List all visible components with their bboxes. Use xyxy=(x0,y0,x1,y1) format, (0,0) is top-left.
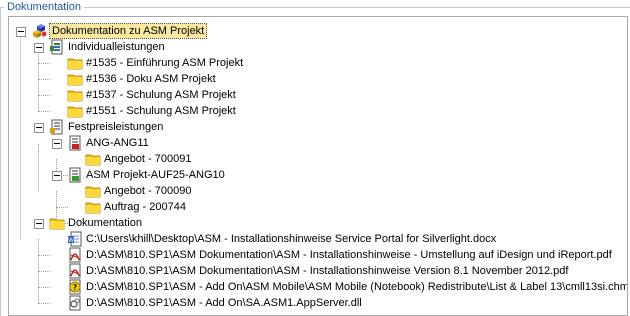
groupbox-border-top xyxy=(84,7,630,8)
tree-node-label: Angebot - 700090 xyxy=(104,185,192,197)
tree-node-label: Dokumentation xyxy=(68,217,142,229)
collapse-auf-toggle[interactable] xyxy=(52,171,62,181)
pdf-document-icon xyxy=(67,247,83,263)
document-table-icon xyxy=(49,39,65,55)
tree-node-auf[interactable]: ASM Projekt-AUF25-ANG10 xyxy=(67,167,226,183)
tree-node-doc-chm[interactable]: ? D:\ASM\810.SP1\ASM - Add On\ASM Mobile… xyxy=(67,279,628,295)
word-document-icon: W xyxy=(67,231,83,247)
folder-icon xyxy=(67,87,83,103)
folder-icon xyxy=(85,199,101,215)
tree-node-root[interactable]: Dokumentation zu ASM Projekt xyxy=(31,23,208,39)
tree-node-individual[interactable]: Individualleistungen xyxy=(49,39,166,55)
document-list-icon xyxy=(49,119,65,135)
tree-node-label: D:\ASM\810.SP1\ASM - Add On\ASM Mobile\A… xyxy=(86,281,628,293)
tree-node-ang[interactable]: ANG-ANG11 xyxy=(67,135,150,151)
tree-node-label: D:\ASM\810.SP1\ASM Dokumentation\ASM - I… xyxy=(86,265,569,277)
tree-node-label: Dokumentation zu ASM Projekt xyxy=(49,23,208,39)
tree-node-label: Auftrag - 200744 xyxy=(104,201,186,213)
project-cubes-icon xyxy=(31,23,47,39)
dll-document-icon xyxy=(67,295,83,311)
help-document-icon: ? xyxy=(67,279,83,295)
tree-node-label: D:\ASM\810.SP1\ASM Dokumentation\ASM - I… xyxy=(86,249,612,261)
tree-node-label: Angebot - 700091 xyxy=(104,153,192,165)
tree-node-doc-docx[interactable]: W C:\Users\khill\Desktop\ASM - Installat… xyxy=(67,231,497,247)
pdf-document-icon xyxy=(67,263,83,279)
tree-node-label: ASM Projekt-AUF25-ANG10 xyxy=(86,169,225,181)
folder-icon xyxy=(49,215,65,231)
groupbox-border-left xyxy=(0,7,1,316)
tree-node-angebot-700091[interactable]: Angebot - 700091 xyxy=(85,151,192,167)
tree-node-label: ANG-ANG11 xyxy=(86,137,149,149)
tree-node-label: C:\Users\khill\Desktop\ASM - Installatio… xyxy=(86,233,497,245)
collapse-ang-toggle[interactable] xyxy=(52,139,62,149)
tree-node-folder-1537[interactable]: #1537 - Schulung ASM Projekt xyxy=(67,87,237,103)
collapse-fixed-toggle[interactable] xyxy=(34,123,44,133)
folder-icon xyxy=(67,71,83,87)
svg-text:?: ? xyxy=(73,283,78,292)
tree-node-doc-dll[interactable]: D:\ASM\810.SP1\ASM - Add On\SA.ASM1.AppS… xyxy=(67,295,363,311)
tree-node-fixed[interactable]: Festpreisleistungen xyxy=(49,119,164,135)
tree-node-doc-pdf-2[interactable]: D:\ASM\810.SP1\ASM Dokumentation\ASM - I… xyxy=(67,263,569,279)
document-green-icon xyxy=(67,167,83,183)
tree-node-label: #1551 - Schulung ASM Projekt xyxy=(86,105,236,117)
tree-node-doc-pdf-1[interactable]: D:\ASM\810.SP1\ASM Dokumentation\ASM - I… xyxy=(67,247,613,263)
folder-icon xyxy=(67,55,83,71)
groupbox-title: Dokumentation xyxy=(5,0,83,14)
svg-text:W: W xyxy=(68,237,74,244)
collapse-individual-toggle[interactable] xyxy=(34,43,44,53)
folder-icon xyxy=(67,103,83,119)
tree-node-label: #1535 - Einführung ASM Projekt xyxy=(86,57,244,69)
tree-node-auftrag-200744[interactable]: Auftrag - 200744 xyxy=(85,199,187,215)
tree-node-folder-1535[interactable]: #1535 - Einführung ASM Projekt xyxy=(67,55,244,71)
tree-node-label: #1536 - Doku ASM Projekt xyxy=(86,73,216,85)
tree-node-folder-1536[interactable]: #1536 - Doku ASM Projekt xyxy=(67,71,217,87)
tree-node-label: Individualleistungen xyxy=(68,41,165,53)
folder-icon xyxy=(85,183,101,199)
tree-node-angebot-700090[interactable]: Angebot - 700090 xyxy=(85,183,192,199)
documentation-tree[interactable]: Dokumentation zu ASM Projekt Individuall… xyxy=(8,16,628,316)
folder-icon xyxy=(85,151,101,167)
collapse-root-toggle[interactable] xyxy=(16,27,26,37)
tree-node-label: D:\ASM\810.SP1\ASM - Add On\SA.ASM1.AppS… xyxy=(86,297,362,309)
tree-node-folder-1551[interactable]: #1551 - Schulung ASM Projekt xyxy=(67,103,237,119)
document-red-icon xyxy=(67,135,83,151)
tree-node-label: #1537 - Schulung ASM Projekt xyxy=(86,89,236,101)
collapse-docs-toggle[interactable] xyxy=(34,219,44,229)
tree-node-label: Festpreisleistungen xyxy=(68,121,164,133)
tree-node-docs[interactable]: Dokumentation xyxy=(49,215,143,231)
